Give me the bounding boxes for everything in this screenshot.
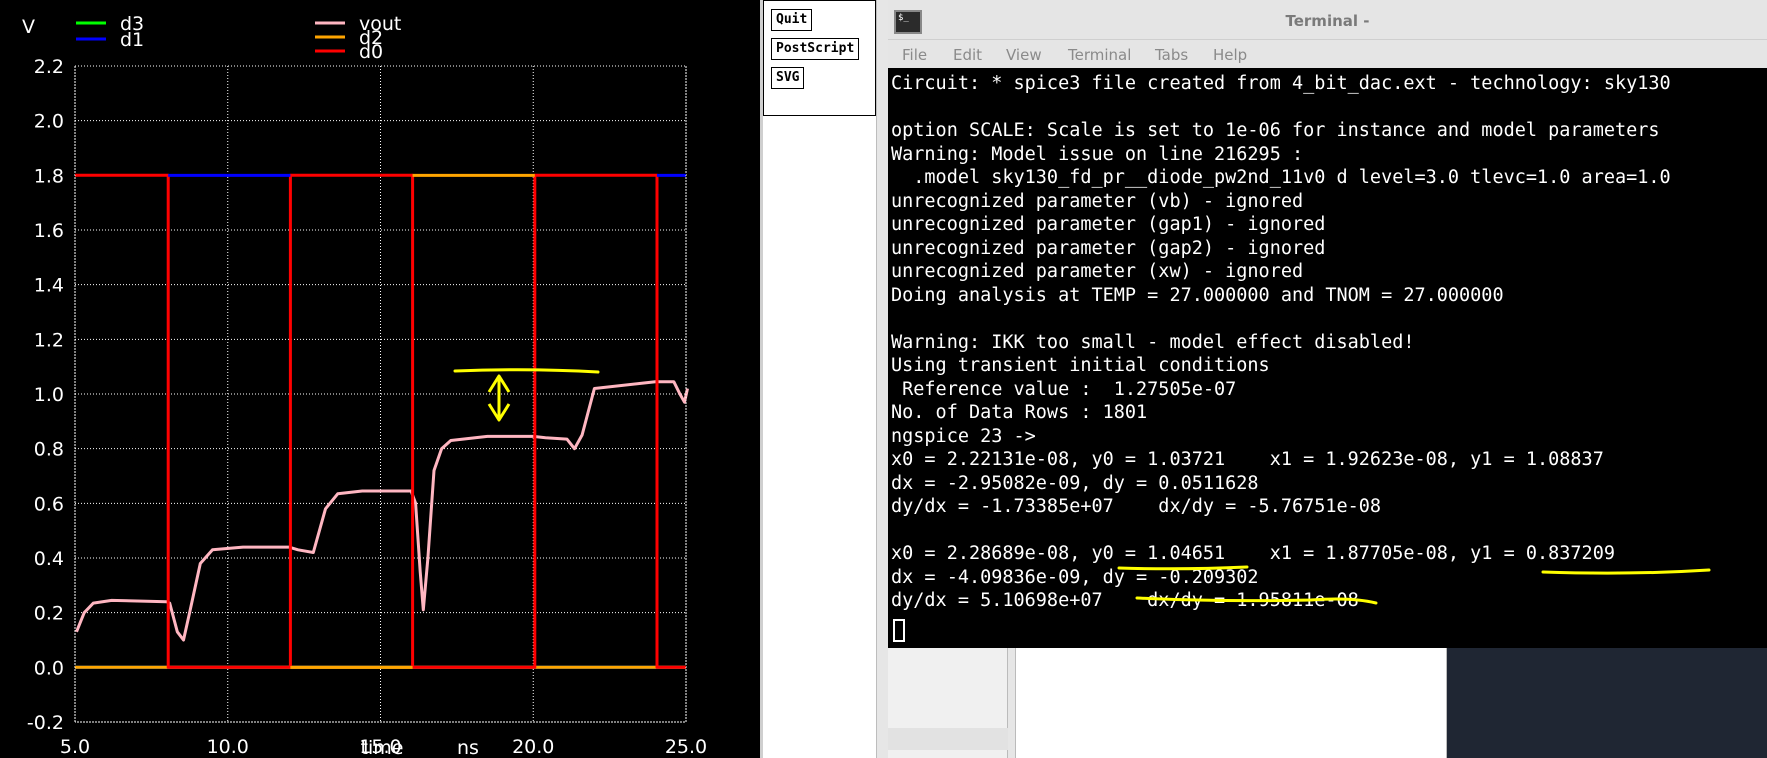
menu-view[interactable]: View: [1006, 46, 1042, 64]
y-tick-label: 1.0: [34, 384, 64, 406]
y-tick-label: 0.6: [34, 493, 64, 515]
background-window: [888, 648, 1008, 758]
y-axis-unit: V: [22, 16, 35, 38]
legend-label-d1: d1: [120, 29, 144, 51]
terminal-window[interactable]: $_ Terminal - File Edit View Terminal Ta…: [888, 0, 1767, 648]
x-axis-label: time: [361, 737, 404, 758]
underline-y0: [1117, 565, 1249, 571]
y-tick-label: 0.2: [34, 603, 64, 625]
legend-label-d0: d0: [359, 41, 383, 63]
x-tick-label: 10.0: [207, 736, 249, 758]
plot-window[interactable]: 2.2 2.0 1.8 1.6 1.4 1.2 1.0 0.8 0.6 0.4 0.2 0.0 -0.2…: [0, 0, 760, 758]
menu-help[interactable]: Help: [1213, 46, 1247, 64]
y-tick-label: 0.0: [34, 657, 64, 679]
plot-button-panel: Quit PostScript SVG: [763, 0, 876, 116]
menu-tabs[interactable]: Tabs: [1155, 46, 1188, 64]
x-tick-label: 20.0: [512, 736, 554, 758]
underline-dy: [1135, 596, 1378, 605]
underline-y1: [1541, 568, 1711, 575]
y-tick-label: 2.2: [34, 56, 64, 78]
y-tick-label: 1.6: [34, 220, 64, 242]
window-separator: [1008, 648, 1016, 758]
y-tick-label: 0.8: [34, 439, 64, 461]
x-tick-label: 5.0: [60, 736, 90, 758]
desktop-bottom-area: [888, 648, 1767, 758]
postscript-button[interactable]: PostScript: [771, 38, 860, 60]
annotation-line: [453, 368, 600, 374]
desktop-background: [763, 116, 876, 758]
terminal-output[interactable]: Circuit: * spice3 file created from 4_bi…: [891, 70, 1767, 648]
desktop-background: [1447, 648, 1767, 758]
y-tick-label: 1.2: [34, 329, 64, 351]
menu-edit[interactable]: Edit: [953, 46, 982, 64]
y-tick-label: 1.4: [34, 275, 64, 297]
svg-button[interactable]: SVG: [771, 67, 805, 89]
background-window: [1016, 648, 1447, 758]
x-axis-unit: ns: [457, 737, 479, 758]
menu-file[interactable]: File: [902, 46, 927, 64]
yellow-annotation-overlay: [1117, 565, 1711, 605]
y-tick-label: 0.4: [34, 548, 64, 570]
y-tick-label: -0.2: [27, 712, 64, 734]
window-separator: [876, 0, 888, 758]
y-tick-label: 1.8: [34, 165, 64, 187]
quit-button[interactable]: Quit: [771, 9, 813, 31]
terminal-menubar: File Edit View Terminal Tabs Help: [888, 40, 1767, 68]
terminal-title: Terminal -: [1285, 12, 1370, 30]
menu-terminal[interactable]: Terminal: [1068, 46, 1131, 64]
terminal-titlebar[interactable]: $_ Terminal -: [888, 0, 1767, 40]
y-tick-label: 2.0: [34, 111, 64, 133]
waveform-plot: 2.2 2.0 1.8 1.6 1.4 1.2 1.0 0.8 0.6 0.4 0.2 0.0 -0.2…: [22, 13, 707, 758]
x-tick-label: 25.0: [665, 736, 707, 758]
